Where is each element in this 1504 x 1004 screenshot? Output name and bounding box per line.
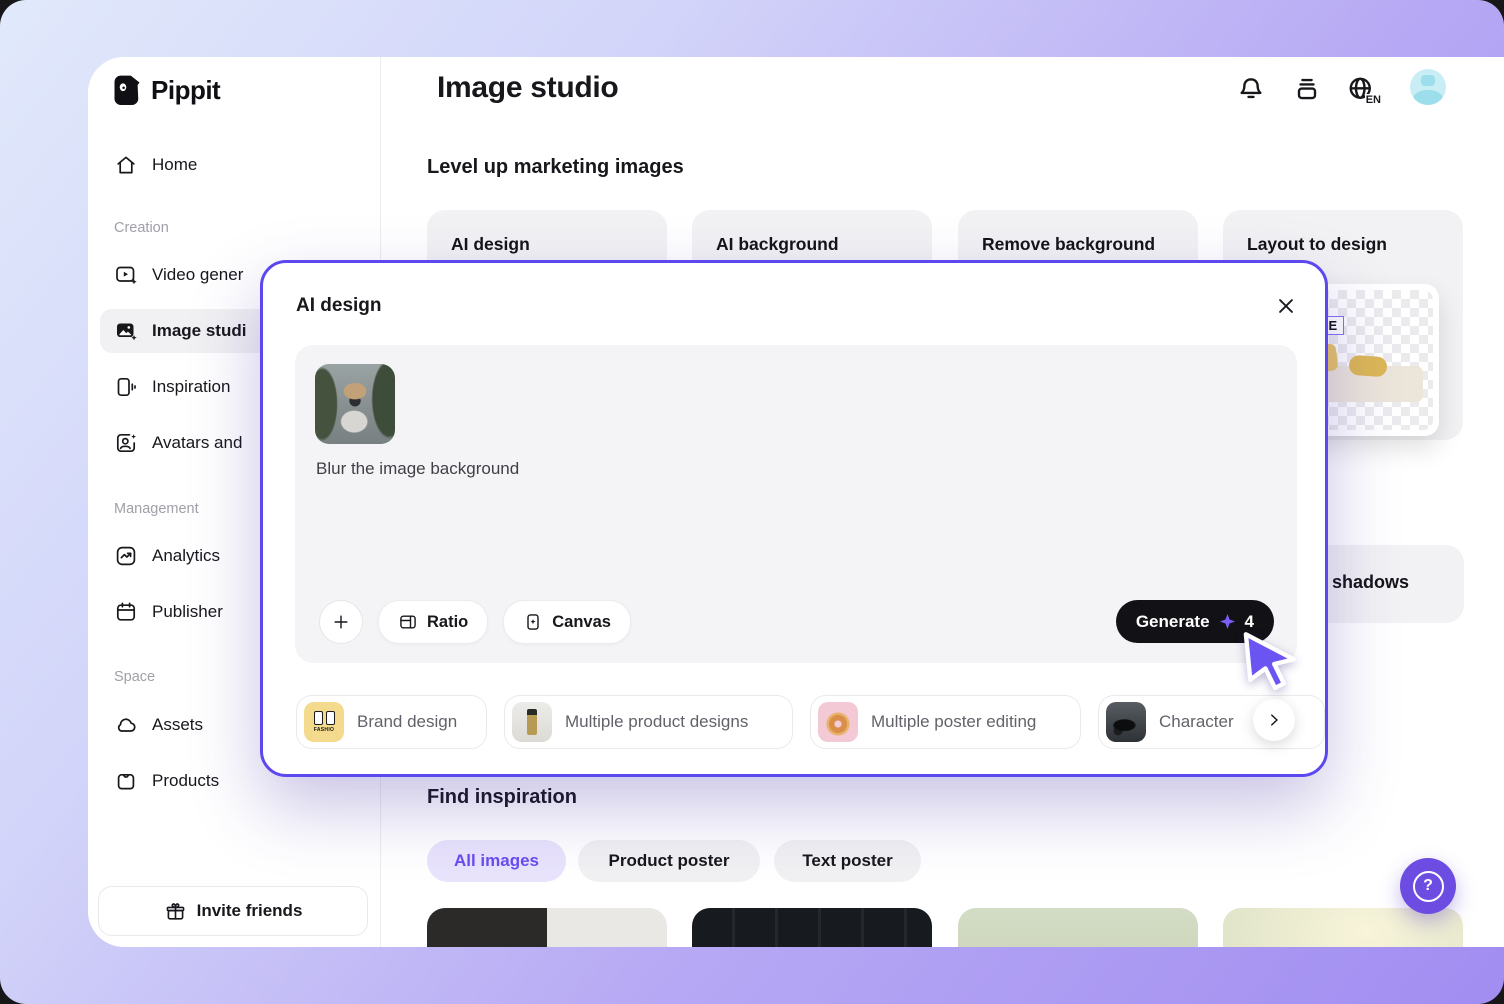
- question-icon: ?: [1412, 870, 1444, 902]
- inspiration-image[interactable]: [958, 908, 1198, 947]
- sidebar-item-label: Assets: [152, 715, 204, 734]
- chip-label: Multiple poster editing: [871, 712, 1037, 731]
- sidebar-item-label: Home: [152, 155, 198, 174]
- sidebar-item-label: Video gener: [152, 265, 244, 284]
- section-space: Space: [114, 669, 156, 685]
- product-designs-thumb: [512, 702, 552, 742]
- prompt-text[interactable]: Blur the image background: [316, 459, 519, 479]
- card-label: Layout to design: [1247, 234, 1387, 254]
- bell-icon: [1240, 78, 1262, 99]
- chip-label: Brand design: [357, 712, 458, 731]
- add-button[interactable]: [319, 600, 363, 644]
- chevron-right-icon: [1271, 714, 1278, 726]
- card-label: Remove background: [982, 234, 1156, 254]
- canvas-button[interactable]: Canvas: [503, 600, 631, 644]
- chip-brand-design[interactable]: FASHIO Brand design: [296, 695, 487, 749]
- chip-label: Character: [1159, 712, 1234, 731]
- ratio-label: Ratio: [427, 612, 469, 631]
- invite-friends-label: Invite friends: [196, 901, 303, 920]
- mouse-cursor: [1243, 632, 1296, 691]
- sidebar-item-label: Analytics: [152, 546, 221, 565]
- video-generator-icon: [116, 266, 137, 285]
- card-label: AI design: [451, 234, 530, 254]
- help-button[interactable]: ?: [1400, 858, 1456, 914]
- section-creation: Creation: [114, 220, 169, 236]
- gift-icon: [166, 902, 184, 920]
- tab-label: Product poster: [608, 851, 730, 870]
- orders-button[interactable]: [1292, 74, 1322, 104]
- brand-name: Pippit: [151, 74, 221, 105]
- pippit-logo-icon: [114, 75, 140, 105]
- ratio-button[interactable]: Ratio: [378, 600, 489, 644]
- poster-editing-thumb: [818, 702, 858, 742]
- app-stage: Pippit Home Creation Video gener Image s…: [0, 0, 1504, 1004]
- card-label: AI background: [716, 234, 839, 254]
- ratio-icon: [400, 615, 416, 629]
- hero-heading: Level up marketing images: [427, 156, 684, 178]
- language-label: EN: [1364, 94, 1382, 106]
- tab-label: Text poster: [802, 851, 893, 870]
- inspiration-image[interactable]: [692, 908, 932, 947]
- sidebar-item-label: Publisher: [152, 602, 223, 621]
- notifications-button[interactable]: [1236, 74, 1266, 104]
- brand-design-thumb: FASHIO: [304, 702, 344, 742]
- canvas-icon: [527, 614, 539, 630]
- assets-cloud-icon: [117, 718, 136, 732]
- generate-label: Generate: [1135, 611, 1210, 631]
- close-icon[interactable]: [1275, 295, 1297, 317]
- find-inspiration-heading: Find inspiration: [427, 786, 577, 808]
- character-thumb: [1106, 702, 1146, 742]
- stack-icon: [1297, 78, 1317, 100]
- chip-label: Multiple product designs: [565, 712, 749, 731]
- attached-image-thumbnail[interactable]: [315, 364, 395, 444]
- modal-title: AI design: [296, 295, 382, 316]
- image-studio-icon: [117, 323, 137, 341]
- brand-logo[interactable]: Pippit: [112, 73, 221, 107]
- inspiration-icon: [117, 377, 136, 397]
- language-button[interactable]: EN: [1346, 74, 1382, 106]
- sidebar-item-label: Image studi: [152, 321, 247, 340]
- tab-product-poster[interactable]: Product poster: [578, 840, 760, 882]
- tab-all-images[interactable]: All images: [427, 840, 566, 882]
- section-management: Management: [114, 501, 199, 517]
- plus-icon: [334, 615, 348, 629]
- tab-text-poster[interactable]: Text poster: [774, 840, 921, 882]
- chip-multiple-poster-editing[interactable]: Multiple poster editing: [810, 695, 1081, 749]
- sidebar-item-label: Products: [152, 771, 220, 790]
- chips-scroll-right-button[interactable]: [1253, 699, 1295, 741]
- prompt-controls: Ratio Canvas: [319, 600, 631, 644]
- products-bag-icon: [117, 773, 135, 790]
- ai-design-modal: AI design Blur the image background Rati…: [260, 260, 1328, 777]
- inspiration-image[interactable]: [427, 908, 667, 947]
- page-title: Image studio: [437, 71, 619, 104]
- sidebar-item-label: Avatars and: [152, 433, 243, 452]
- invite-friends-button[interactable]: Invite friends: [98, 886, 368, 936]
- sidebar-item-home[interactable]: Home: [100, 143, 368, 187]
- card-shadows-label: shadows: [1332, 572, 1410, 592]
- home-icon: [117, 156, 135, 174]
- publisher-icon: [116, 602, 136, 621]
- tab-label: All images: [453, 851, 540, 870]
- prompt-panel[interactable]: Blur the image background Ratio Canvas G…: [295, 345, 1297, 663]
- avatars-icon: [116, 433, 136, 453]
- analytics-icon: [116, 546, 136, 566]
- canvas-label: Canvas: [552, 612, 611, 631]
- sidebar-item-label: Inspiration: [152, 377, 231, 396]
- chip-multiple-product-designs[interactable]: Multiple product designs: [504, 695, 793, 749]
- avatar[interactable]: [1410, 69, 1446, 105]
- pillow-shape: [1348, 354, 1388, 378]
- sparkle-icon: [1219, 613, 1235, 630]
